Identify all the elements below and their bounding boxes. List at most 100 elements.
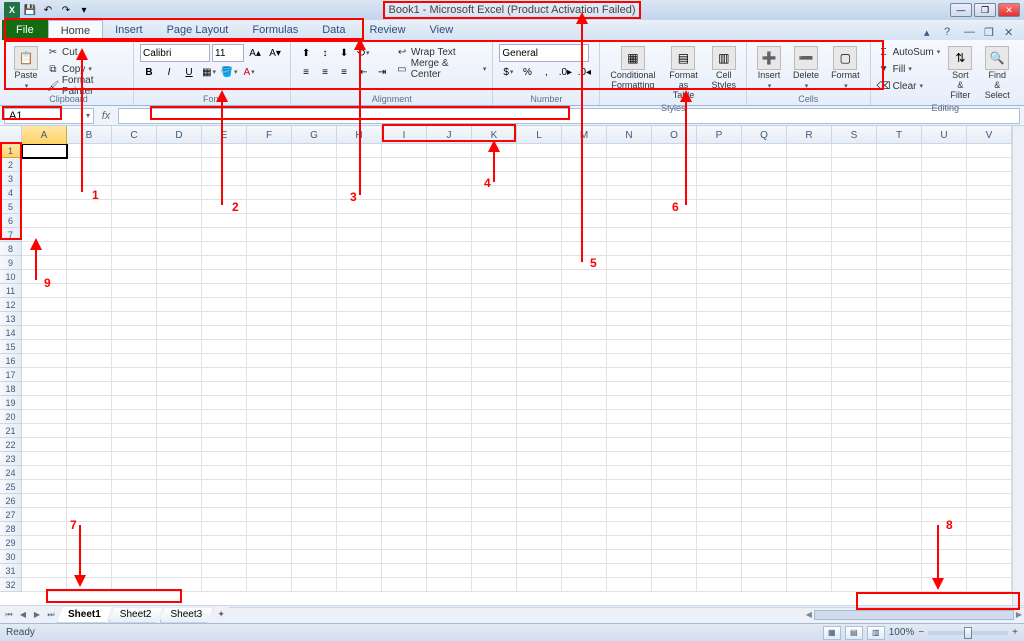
cell[interactable] (427, 368, 472, 382)
format-as-table-button[interactable]: ▤Format as Table (663, 44, 703, 103)
file-tab[interactable]: File (2, 20, 48, 40)
cell[interactable] (832, 550, 877, 564)
cell[interactable] (517, 410, 562, 424)
cell[interactable] (607, 228, 652, 242)
conditional-formatting-button[interactable]: ▦Conditional Formatting (606, 44, 659, 93)
cell[interactable] (652, 424, 697, 438)
cell[interactable] (247, 564, 292, 578)
cell[interactable] (472, 298, 517, 312)
cell[interactable] (382, 312, 427, 326)
row-header-8[interactable]: 8 (0, 242, 22, 256)
cell[interactable] (382, 410, 427, 424)
cell[interactable] (832, 466, 877, 480)
cell[interactable] (562, 494, 607, 508)
cell[interactable] (877, 326, 922, 340)
cell[interactable] (67, 438, 112, 452)
cell[interactable] (607, 256, 652, 270)
cell[interactable] (67, 284, 112, 298)
cell[interactable] (877, 200, 922, 214)
tab-formulas[interactable]: Formulas (240, 20, 310, 40)
cell[interactable] (832, 172, 877, 186)
cell[interactable] (697, 256, 742, 270)
cell[interactable] (517, 494, 562, 508)
cell[interactable] (922, 438, 967, 452)
cell[interactable] (67, 326, 112, 340)
cell[interactable] (157, 158, 202, 172)
row-header-29[interactable]: 29 (0, 536, 22, 550)
cell[interactable] (337, 270, 382, 284)
cell[interactable] (382, 354, 427, 368)
cell[interactable] (247, 326, 292, 340)
cell[interactable] (472, 340, 517, 354)
cell[interactable] (472, 578, 517, 592)
cell[interactable] (67, 368, 112, 382)
cell[interactable] (22, 326, 67, 340)
cell[interactable] (652, 494, 697, 508)
cell[interactable] (697, 340, 742, 354)
cell[interactable] (652, 200, 697, 214)
cell[interactable] (742, 312, 787, 326)
cell[interactable] (22, 410, 67, 424)
cell[interactable] (742, 228, 787, 242)
cell[interactable] (787, 564, 832, 578)
cell[interactable] (67, 508, 112, 522)
cell[interactable] (652, 340, 697, 354)
row-header-28[interactable]: 28 (0, 522, 22, 536)
cell[interactable] (112, 396, 157, 410)
cell[interactable] (742, 340, 787, 354)
cell[interactable] (607, 284, 652, 298)
column-header-H[interactable]: H (337, 126, 382, 144)
cell[interactable] (832, 256, 877, 270)
cell[interactable] (832, 200, 877, 214)
row-header-23[interactable]: 23 (0, 452, 22, 466)
cell[interactable] (427, 452, 472, 466)
cell[interactable] (157, 144, 202, 158)
cell[interactable] (22, 242, 67, 256)
cell[interactable] (562, 284, 607, 298)
cell[interactable] (112, 522, 157, 536)
cell[interactable] (697, 242, 742, 256)
redo-icon[interactable]: ↷ (58, 2, 74, 18)
cell[interactable] (967, 368, 1012, 382)
column-header-C[interactable]: C (112, 126, 157, 144)
cell[interactable] (292, 522, 337, 536)
cell[interactable] (877, 382, 922, 396)
cell[interactable] (652, 410, 697, 424)
cell[interactable] (337, 368, 382, 382)
column-header-N[interactable]: N (607, 126, 652, 144)
cell[interactable] (382, 186, 427, 200)
cell[interactable] (157, 256, 202, 270)
cell[interactable] (292, 284, 337, 298)
cell[interactable] (337, 480, 382, 494)
cell[interactable] (22, 564, 67, 578)
row-header-22[interactable]: 22 (0, 438, 22, 452)
cell[interactable] (742, 382, 787, 396)
cells-region[interactable] (22, 144, 1012, 605)
cell[interactable] (247, 270, 292, 284)
cell[interactable] (247, 242, 292, 256)
cell[interactable] (112, 242, 157, 256)
cell[interactable] (562, 508, 607, 522)
cell[interactable] (877, 452, 922, 466)
cell[interactable] (697, 494, 742, 508)
cell[interactable] (157, 410, 202, 424)
cell[interactable] (202, 256, 247, 270)
cell[interactable] (427, 578, 472, 592)
cell[interactable] (742, 508, 787, 522)
cell[interactable] (247, 214, 292, 228)
cell[interactable] (202, 172, 247, 186)
cell[interactable] (112, 480, 157, 494)
cell[interactable] (922, 340, 967, 354)
cell[interactable] (832, 438, 877, 452)
number-format-select[interactable] (499, 44, 589, 62)
cell[interactable] (112, 326, 157, 340)
cell[interactable] (157, 270, 202, 284)
cell[interactable] (202, 494, 247, 508)
cell[interactable] (967, 564, 1012, 578)
cell[interactable] (427, 200, 472, 214)
cell[interactable] (607, 536, 652, 550)
cell[interactable] (427, 340, 472, 354)
cell[interactable] (607, 424, 652, 438)
cell[interactable] (427, 186, 472, 200)
cell[interactable] (292, 466, 337, 480)
